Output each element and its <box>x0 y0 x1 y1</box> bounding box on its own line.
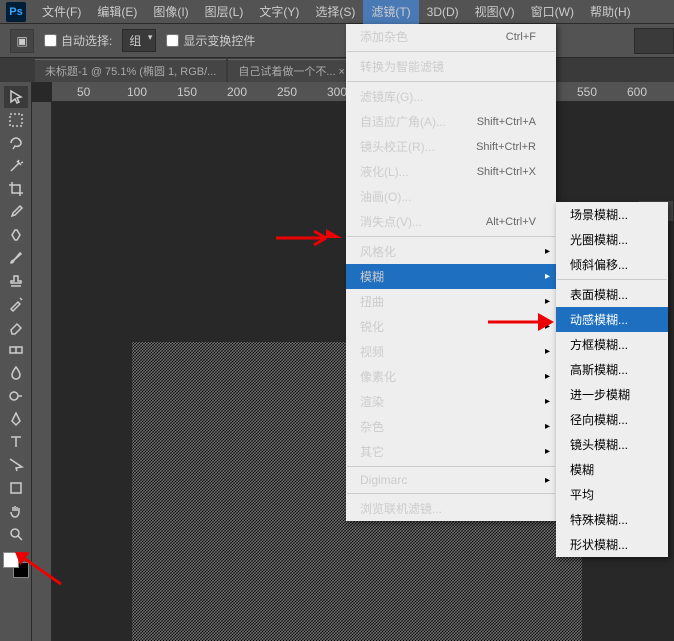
blur-item[interactable]: 特殊模糊... <box>556 507 668 532</box>
filter-item[interactable]: 自适应广角(A)...Shift+Ctrl+A <box>346 109 556 134</box>
tool-preset-icon[interactable]: ▣ <box>10 29 34 53</box>
blur-item[interactable]: 模糊 <box>556 457 668 482</box>
blur-submenu: 场景模糊...光圈模糊...倾斜偏移... 表面模糊...动感模糊...方框模糊.… <box>556 202 668 557</box>
blur-item[interactable]: 平均 <box>556 482 668 507</box>
blur-item[interactable]: 光圈模糊... <box>556 227 668 252</box>
move-tool-icon[interactable] <box>4 86 28 108</box>
filter-item[interactable]: 转换为智能滤镜 <box>346 54 556 79</box>
wand-tool-icon[interactable] <box>4 155 28 177</box>
align-buttons[interactable] <box>634 28 674 54</box>
zoom-tool-icon[interactable] <box>4 523 28 545</box>
path-tool-icon[interactable] <box>4 454 28 476</box>
blur-item[interactable]: 镜头模糊... <box>556 432 668 457</box>
shape-tool-icon[interactable] <box>4 477 28 499</box>
filter-item[interactable]: 液化(L)...Shift+Ctrl+X <box>346 159 556 184</box>
auto-select-dropdown[interactable]: 组 <box>122 29 156 52</box>
menubar: Ps 文件(F)编辑(E)图像(I)图层(L)文字(Y)选择(S)滤镜(T)3D… <box>0 0 674 24</box>
filter-item[interactable]: 像素化 <box>346 364 556 389</box>
history-brush-icon[interactable] <box>4 293 28 315</box>
filter-item[interactable]: 其它 <box>346 439 556 464</box>
filter-item[interactable]: 浏览联机滤镜... <box>346 496 556 521</box>
blur-item[interactable]: 径向模糊... <box>556 407 668 432</box>
dodge-tool-icon[interactable] <box>4 385 28 407</box>
blur-item[interactable]: 场景模糊... <box>556 202 668 227</box>
filter-item[interactable]: 视频 <box>346 339 556 364</box>
annotation-arrow-icon <box>276 229 342 247</box>
blur-item[interactable]: 动感模糊... <box>556 307 668 332</box>
blur-item[interactable]: 表面模糊... <box>556 282 668 307</box>
menu-文字(Y)[interactable]: 文字(Y) <box>251 0 307 24</box>
filter-item[interactable]: 风格化 <box>346 239 556 264</box>
stamp-tool-icon[interactable] <box>4 270 28 292</box>
menu-图像(I)[interactable]: 图像(I) <box>145 0 196 24</box>
filter-item[interactable]: Digimarc <box>346 469 556 491</box>
app-logo: Ps <box>6 2 26 22</box>
filter-item[interactable]: 模糊 <box>346 264 556 289</box>
crop-tool-icon[interactable] <box>4 178 28 200</box>
eyedropper-tool-icon[interactable] <box>4 201 28 223</box>
menu-帮助(H)[interactable]: 帮助(H) <box>582 0 639 24</box>
menu-文件(F)[interactable]: 文件(F) <box>34 0 89 24</box>
heal-tool-icon[interactable] <box>4 224 28 246</box>
document-tabs: 未标题-1 @ 75.1% (椭圆 1, RGB/... 自己试着做一个不...… <box>0 58 674 82</box>
marquee-tool-icon[interactable] <box>4 109 28 131</box>
menu-视图(V)[interactable]: 视图(V) <box>467 0 523 24</box>
menu-图层(L)[interactable]: 图层(L) <box>197 0 252 24</box>
filter-item[interactable]: 油画(O)... <box>346 184 556 209</box>
blur-item[interactable]: 倾斜偏移... <box>556 252 668 277</box>
filter-item[interactable]: 渲染 <box>346 389 556 414</box>
menu-窗口(W)[interactable]: 窗口(W) <box>523 0 582 24</box>
options-bar: ▣ 自动选择: 组 显示变换控件 <box>0 24 674 58</box>
annotation-arrow-icon <box>488 313 554 331</box>
type-tool-icon[interactable] <box>4 431 28 453</box>
blur-tool-icon[interactable] <box>4 362 28 384</box>
doc-tab[interactable]: 未标题-1 @ 75.1% (椭圆 1, RGB/... <box>35 59 226 82</box>
filter-item[interactable]: 镜头校正(R)...Shift+Ctrl+R <box>346 134 556 159</box>
filter-item[interactable]: 杂色 <box>346 414 556 439</box>
auto-select-check[interactable]: 自动选择: <box>44 32 112 49</box>
filter-item[interactable]: 消失点(V)...Alt+Ctrl+V <box>346 209 556 234</box>
blur-item[interactable]: 进一步模糊 <box>556 382 668 407</box>
hand-tool-icon[interactable] <box>4 500 28 522</box>
menu-3D(D)[interactable]: 3D(D) <box>419 0 467 24</box>
blur-item[interactable]: 高斯模糊... <box>556 357 668 382</box>
gradient-tool-icon[interactable] <box>4 339 28 361</box>
filter-item[interactable]: 滤镜库(G)... <box>346 84 556 109</box>
show-transform-check[interactable]: 显示变换控件 <box>166 32 255 49</box>
filter-menu: 添加杂色Ctrl+F 转换为智能滤镜滤镜库(G)...自适应广角(A)...Shi… <box>346 24 556 521</box>
doc-tab[interactable]: 自己试着做一个不... × <box>228 59 355 82</box>
filter-item[interactable]: 扭曲 <box>346 289 556 314</box>
blur-item[interactable]: 方框模糊... <box>556 332 668 357</box>
eraser-tool-icon[interactable] <box>4 316 28 338</box>
filter-item[interactable]: 添加杂色Ctrl+F <box>346 24 556 49</box>
lasso-tool-icon[interactable] <box>4 132 28 154</box>
blur-item[interactable]: 形状模糊... <box>556 532 668 557</box>
menu-编辑(E)[interactable]: 编辑(E) <box>89 0 145 24</box>
pen-tool-icon[interactable] <box>4 408 28 430</box>
menu-滤镜(T)[interactable]: 滤镜(T) <box>363 0 418 24</box>
brush-tool-icon[interactable] <box>4 247 28 269</box>
menu-选择(S)[interactable]: 选择(S) <box>307 0 363 24</box>
